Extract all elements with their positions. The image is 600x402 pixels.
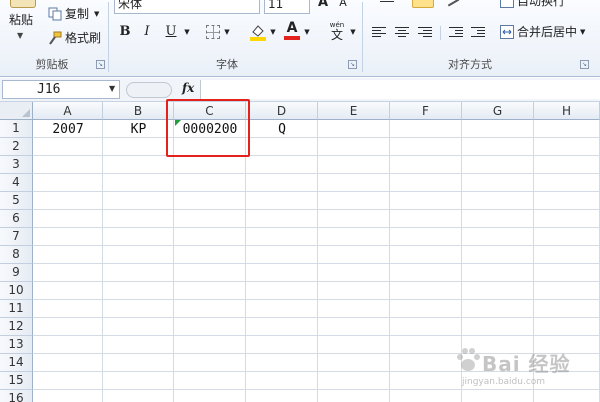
merge-center-dropdown-arrow[interactable]: ▼ (580, 25, 585, 39)
orientation-icon[interactable] (444, 0, 460, 7)
wrap-text-button[interactable]: 自动换行 (500, 0, 565, 8)
formula-input[interactable] (200, 80, 600, 99)
name-box-dropdown-arrow[interactable]: ▼ (109, 84, 115, 93)
row-header-13[interactable]: 13 (0, 336, 33, 354)
merge-center-icon (500, 25, 514, 39)
insert-function-icon[interactable]: fx (182, 81, 194, 95)
column-header-f[interactable]: F (390, 102, 462, 120)
row-header-1[interactable]: 1 (0, 120, 33, 138)
alignment-group-label: 对齐方式 (448, 58, 492, 71)
grow-font-button[interactable]: A (316, 0, 330, 12)
copy-icon (48, 7, 62, 21)
baidu-watermark: Bai 经验 jingyan.baidu.com (452, 342, 600, 402)
align-right-icon[interactable] (418, 27, 432, 38)
shrink-font-button[interactable]: A (336, 0, 350, 12)
increase-indent-icon[interactable] (471, 27, 485, 38)
font-color-dropdown-arrow[interactable]: ▼ (302, 23, 312, 41)
row-header-11[interactable]: 11 (0, 300, 33, 318)
wrap-text-icon (500, 0, 514, 8)
copy-dropdown-arrow[interactable]: ▼ (94, 7, 99, 21)
row-header-14[interactable]: 14 (0, 354, 33, 372)
fill-color-dropdown-arrow[interactable]: ▼ (268, 23, 278, 41)
font-color-icon: A (286, 20, 298, 36)
underline-dropdown-arrow[interactable]: ▼ (182, 23, 192, 41)
formula-bar: J16 ▼ fx (0, 78, 600, 102)
ribbon-separator (108, 2, 109, 72)
row-header-5[interactable]: 5 (0, 192, 33, 210)
column-header-b[interactable]: B (103, 102, 174, 120)
row-header-7[interactable]: 7 (0, 228, 33, 246)
format-painter-button[interactable]: 格式刷 (48, 31, 101, 45)
font-color-bar (284, 36, 300, 40)
paste-dropdown-arrow[interactable]: ▼ (17, 31, 23, 40)
phonetic-dropdown-arrow[interactable]: ▼ (348, 23, 358, 41)
middle-align-icon[interactable] (412, 0, 434, 8)
watermark-text: Bai 经验 (482, 352, 571, 376)
font-color-button[interactable]: A (284, 21, 300, 41)
alignment-launcher-icon[interactable]: ↘ (580, 60, 589, 69)
copy-button[interactable]: 复制 ▼ (48, 7, 99, 21)
highlight-box (166, 99, 250, 157)
fill-color-button[interactable] (250, 23, 266, 41)
row-header-4[interactable]: 4 (0, 174, 33, 192)
underline-button[interactable]: U (164, 23, 178, 41)
decrease-indent-icon[interactable] (449, 27, 463, 38)
row-header-15[interactable]: 15 (0, 372, 33, 390)
row-header-12[interactable]: 12 (0, 318, 33, 336)
font-name-value: 宋体 (118, 0, 143, 11)
borders-dropdown-arrow[interactable]: ▼ (222, 23, 232, 41)
column-header-a[interactable]: A (33, 102, 103, 120)
column-header-d[interactable]: D (246, 102, 318, 120)
format-painter-label: 格式刷 (65, 31, 102, 45)
align-center-icon[interactable] (395, 27, 409, 38)
row-header-2[interactable]: 2 (0, 138, 33, 156)
font-group-label: 字体 (216, 58, 238, 71)
ribbon: 粘贴 ▼ 复制 ▼ 格式刷 剪贴板 ↘ 宋体 11 A A B I U ▼ ▼ … (0, 0, 600, 77)
merge-center-button[interactable]: 合并后居中 ▼ (500, 25, 585, 39)
formula-bar-resize-handle[interactable] (126, 82, 172, 98)
row-header-8[interactable]: 8 (0, 246, 33, 264)
column-header-h[interactable]: H (534, 102, 600, 120)
italic-button[interactable]: I (140, 23, 154, 41)
font-size-value: 11 (268, 0, 284, 11)
row-header-3[interactable]: 3 (0, 156, 33, 174)
phonetic-bottom: 文 (330, 28, 343, 42)
paste-icon[interactable] (10, 0, 36, 8)
column-header-g[interactable]: G (462, 102, 534, 120)
row-header-9[interactable]: 9 (0, 264, 33, 282)
row-header-6[interactable]: 6 (0, 210, 33, 228)
column-header-e[interactable]: E (318, 102, 390, 120)
cell-D1[interactable]: Q (246, 121, 318, 138)
ribbon-separator (362, 2, 363, 72)
paw-logo-icon (457, 348, 480, 371)
align-left-icon[interactable] (372, 27, 386, 38)
wrap-text-label: 自动换行 (517, 0, 566, 8)
row-header-16[interactable]: 16 (0, 390, 33, 402)
borders-icon[interactable] (206, 25, 220, 39)
watermark-url: jingyan.baidu.com (462, 377, 546, 387)
bold-button[interactable]: B (118, 23, 132, 41)
copy-label: 复制 (65, 7, 90, 21)
format-painter-icon (48, 31, 62, 45)
clipboard-launcher-icon[interactable]: ↘ (96, 60, 105, 69)
cell-A1[interactable]: 2007 (33, 121, 103, 138)
font-name-combo[interactable]: 宋体 (114, 0, 260, 14)
row-header-10[interactable]: 10 (0, 282, 33, 300)
clipboard-group-label: 剪贴板 (35, 58, 69, 71)
merge-center-label: 合并后居中 (517, 25, 578, 39)
fill-color-icon (250, 25, 266, 41)
font-launcher-icon[interactable]: ↘ (348, 60, 357, 69)
top-align-icon[interactable] (380, 0, 394, 2)
name-box[interactable]: J16 (2, 80, 120, 99)
phonetic-guide-button[interactable]: wén 文 (326, 21, 348, 43)
select-all-button[interactable] (0, 102, 33, 120)
font-size-combo[interactable]: 11 (264, 0, 310, 14)
cell-B1[interactable]: KP (103, 121, 174, 138)
paste-button[interactable]: 粘贴 (9, 13, 33, 27)
align-divider (440, 26, 441, 40)
